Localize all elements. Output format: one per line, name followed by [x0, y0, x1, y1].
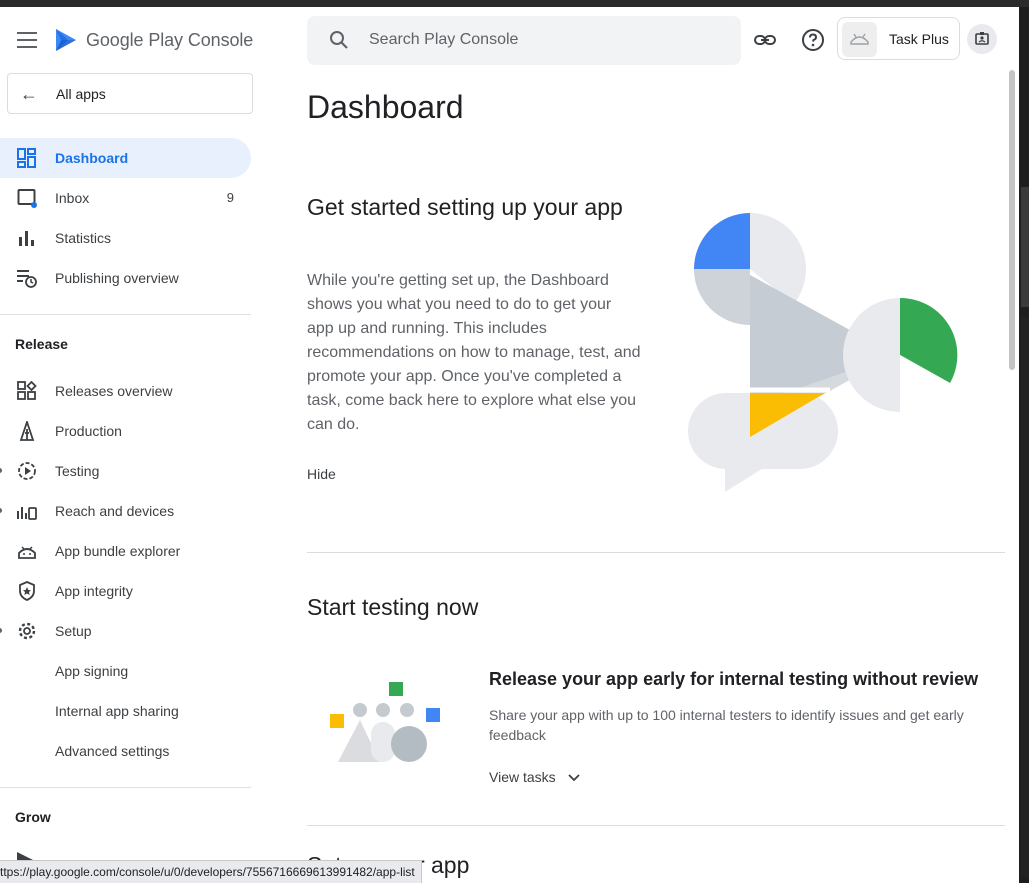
- app-switcher-button[interactable]: Task Plus: [837, 17, 960, 60]
- sidebar-item-label: Inbox: [55, 190, 90, 206]
- setup-card-body: While you're getting set up, the Dashboa…: [307, 272, 641, 433]
- sidebar-item-label: Production: [55, 423, 122, 439]
- sidebar-item-reach-and-devices[interactable]: Reach and devices: [0, 491, 251, 531]
- badge-icon: [975, 32, 989, 45]
- view-tasks-label: View tasks: [489, 769, 556, 785]
- inbox-count-badge: 9: [226, 190, 234, 205]
- sidebar-item-dashboard[interactable]: Dashboard: [0, 138, 251, 178]
- sidebar-item-label: App integrity: [55, 583, 133, 599]
- search-bar[interactable]: [307, 16, 741, 65]
- all-apps-label: All apps: [56, 86, 106, 102]
- search-input[interactable]: [369, 28, 719, 52]
- window-edge: [1019, 7, 1029, 883]
- link-icon[interactable]: [753, 28, 777, 52]
- internal-testing-title: Release your app early for internal test…: [489, 669, 979, 689]
- inbox-icon: [17, 189, 37, 208]
- sidebar-item-testing[interactable]: Testing: [0, 451, 251, 491]
- sidebar-item-label: Reach and devices: [55, 503, 175, 519]
- gear-icon: [18, 622, 36, 640]
- dashboard-icon: [17, 148, 36, 168]
- app-name: Task Plus: [889, 31, 949, 47]
- menu-icon[interactable]: [17, 32, 37, 48]
- setup-illustration: [688, 213, 958, 492]
- browser-top-strip: [0, 0, 1029, 7]
- setup-card-heading: Get started setting up your app: [307, 194, 623, 220]
- section-heading-testing: Start testing now: [307, 594, 479, 620]
- sidebar-item-app-signing[interactable]: App signing: [0, 651, 251, 691]
- app-avatar: [842, 22, 877, 57]
- section-divider: [307, 825, 1005, 826]
- sidebar-item-advanced-settings[interactable]: Advanced settings: [0, 731, 251, 771]
- testers-illustration: [330, 682, 440, 762]
- sidebar-item-label: Setup: [55, 623, 92, 639]
- nav-divider: [0, 314, 251, 315]
- releases-icon: [17, 381, 37, 400]
- android-icon: [18, 546, 36, 559]
- shield-icon: [19, 581, 35, 601]
- production-icon: [19, 421, 35, 441]
- play-console-logo: [56, 29, 76, 51]
- sidebar-item-app-integrity[interactable]: App integrity: [0, 571, 251, 611]
- sidebar-item-label: Dashboard: [55, 150, 129, 166]
- section-divider: [307, 552, 1005, 553]
- hide-button[interactable]: Hide: [307, 466, 336, 482]
- store-presence-icon: [17, 852, 33, 860]
- sidebar-item-inbox[interactable]: Inbox 9: [0, 178, 251, 218]
- status-bar-url: ttps://play.google.com/console/u/0/devel…: [0, 860, 422, 883]
- publishing-overview-icon: [17, 270, 37, 288]
- sidebar-item-internal-app-sharing[interactable]: Internal app sharing: [0, 691, 251, 731]
- all-apps-button[interactable]: ← All apps: [7, 73, 253, 114]
- sidebar-item-label: App signing: [55, 663, 129, 679]
- sidebar-item-label: Statistics: [55, 230, 112, 246]
- sidebar-item-label: App bundle explorer: [55, 543, 181, 559]
- testing-icon: [18, 462, 36, 480]
- developer-account-button[interactable]: [967, 24, 997, 54]
- section-heading-release: Release: [15, 336, 68, 352]
- help-icon[interactable]: [801, 28, 825, 52]
- android-icon: [850, 33, 869, 45]
- sidebar-item-label: Internal app sharing: [55, 703, 179, 719]
- sidebar-item-app-bundle-explorer[interactable]: App bundle explorer: [0, 531, 251, 571]
- expand-indicator-icon: [0, 468, 2, 473]
- sidebar-item-label: Testing: [55, 463, 100, 479]
- sidebar-item-statistics[interactable]: Statistics: [0, 218, 251, 258]
- back-arrow-icon: ←: [20, 84, 38, 104]
- page-title: Dashboard: [307, 89, 464, 125]
- search-icon: [330, 31, 348, 49]
- main-scrollbar[interactable]: [1009, 70, 1017, 370]
- expand-indicator-icon: [0, 628, 2, 633]
- chevron-down-icon: [567, 774, 580, 782]
- sidebar-item-label: Publishing overview: [55, 270, 179, 286]
- sidebar-item-production[interactable]: Production: [0, 411, 251, 451]
- section-heading-grow: Grow: [15, 809, 51, 825]
- sidebar-item-setup[interactable]: Setup: [0, 611, 251, 651]
- sidebar-item-publishing-overview[interactable]: Publishing overview: [0, 258, 251, 298]
- sidebar-item-label: Advanced settings: [55, 743, 170, 759]
- view-tasks-button[interactable]: View tasks: [489, 769, 580, 785]
- brand-name: Google Play Console: [86, 30, 254, 50]
- expand-indicator-icon: [0, 508, 2, 513]
- sidebar-item-releases-overview[interactable]: Releases overview: [0, 371, 251, 411]
- nav-divider: [0, 787, 251, 788]
- bar-chart-icon: [19, 231, 34, 246]
- internal-testing-description: Share your app with up to 100 internal t…: [489, 707, 964, 743]
- reach-devices-icon: [17, 507, 37, 520]
- sidebar-item-label: Releases overview: [55, 383, 173, 399]
